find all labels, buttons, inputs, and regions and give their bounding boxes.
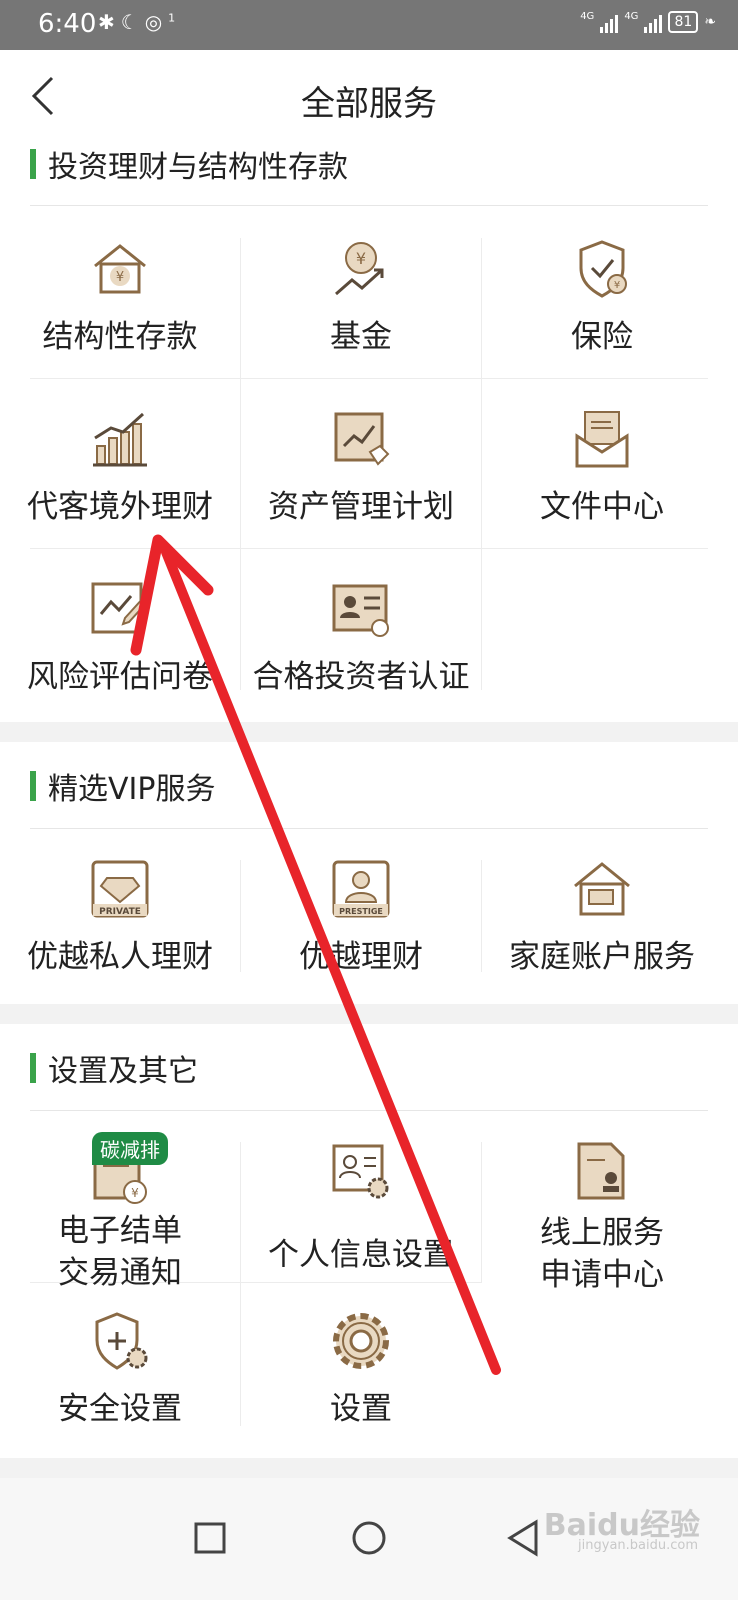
service-personal-info[interactable]: 个人信息设置 — [241, 1140, 481, 1276]
network-label-2: 4G — [624, 11, 639, 22]
battery-icon: 81 — [668, 11, 699, 33]
carbon-reduction-badge: 碳减排 — [92, 1132, 168, 1165]
back-button[interactable] — [500, 1514, 548, 1562]
service-label: 基金 — [330, 319, 392, 355]
hotspot-icon: ◎ — [144, 10, 169, 34]
page-header: 全部服务 — [0, 50, 738, 143]
service-label: 线上服务 — [540, 1215, 664, 1251]
chart-pencil-icon — [91, 582, 151, 634]
service-label: 文件中心 — [540, 489, 664, 525]
signal-icon — [600, 11, 619, 33]
house-card-icon — [574, 862, 630, 916]
service-label: 合格投资者认证 — [252, 659, 470, 695]
service-label: 优越私人理财 — [27, 939, 213, 975]
section-header: 精选VIP服务 — [30, 764, 215, 808]
service-qdii[interactable]: 代客境外理财 — [0, 408, 240, 528]
page-title: 全部服务 — [301, 84, 437, 124]
gear-icon — [333, 1313, 389, 1369]
service-label: 保险 — [571, 319, 633, 355]
service-label-line2: 申请中心 — [540, 1257, 664, 1293]
section-header: 设置及其它 — [30, 1046, 198, 1090]
status-time: 6:40 — [38, 9, 97, 39]
section-vip: 精选VIP服务 PRIVATE 优越私人理财 PRESTIGE 优越理财 家庭账… — [0, 742, 738, 1004]
service-qualified-investor[interactable]: 合格投资者认证 — [241, 578, 481, 698]
service-asset-plan[interactable]: 资产管理计划 — [241, 408, 481, 528]
service-insurance[interactable]: ¥ 保险 — [482, 238, 722, 358]
prestige-tag: PRESTIGE — [339, 907, 383, 916]
section-accent-bar — [30, 1053, 36, 1083]
service-label: 家庭账户服务 — [509, 939, 695, 975]
recent-apps-button[interactable] — [186, 1514, 234, 1562]
service-label: 电子结单 — [58, 1213, 182, 1249]
shield-check-icon: ¥ — [579, 240, 627, 298]
service-label: 代客境外理财 — [27, 489, 213, 525]
section-investment: 投资理财与结构性存款 ¥ 结构性存款 ¥ 基金 ¥ 保险 代客境外理财 资产管理… — [0, 142, 738, 722]
private-diamond-icon: PRIVATE — [91, 860, 149, 918]
section-gap — [0, 1004, 738, 1024]
service-label: 个人信息设置 — [268, 1237, 454, 1273]
service-structured-deposit[interactable]: ¥ 结构性存款 — [0, 238, 240, 358]
home-button[interactable] — [345, 1514, 393, 1562]
document-stamp-icon — [577, 1142, 625, 1200]
status-bar: 6:40 ✱☾◎1 4G 4G 81 ❧ — [0, 0, 738, 50]
section-accent-bar — [30, 771, 36, 801]
section-divider — [30, 205, 708, 206]
id-card-icon — [332, 584, 389, 637]
service-family-account[interactable]: 家庭账户服务 — [482, 858, 722, 978]
svg-text:¥: ¥ — [356, 249, 366, 268]
private-tag: PRIVATE — [99, 907, 141, 917]
service-risk-questionnaire[interactable]: 风险评估问卷 — [0, 578, 240, 698]
coin-trend-icon: ¥ — [335, 242, 384, 296]
service-label: 结构性存款 — [42, 319, 198, 355]
profile-gear-icon — [332, 1144, 389, 1199]
service-label: 安全设置 — [58, 1391, 182, 1427]
service-online-application[interactable]: 线上服务 申请中心 — [482, 1140, 722, 1296]
section-divider — [30, 828, 708, 829]
section-title: 精选VIP服务 — [48, 772, 216, 807]
signal-icon-2 — [644, 11, 663, 33]
svg-text:¥: ¥ — [131, 1186, 139, 1200]
svg-text:¥: ¥ — [116, 270, 124, 285]
service-settings[interactable]: 设置 — [241, 1310, 481, 1430]
envelope-doc-icon — [575, 411, 629, 468]
section-gap — [0, 1458, 738, 1478]
bluetooth-icon: ✱ — [98, 10, 121, 34]
section-gap — [0, 722, 738, 742]
service-e-statement[interactable]: 碳减排 ¥ 电子结单 交易通知 — [0, 1132, 240, 1294]
service-premier[interactable]: PRESTIGE 优越理财 — [241, 858, 481, 978]
prestige-person-icon: PRESTIGE — [332, 860, 390, 918]
service-label: 设置 — [330, 1391, 392, 1427]
status-right: 4G 4G 81 ❧ — [580, 11, 716, 33]
notification-count: 1 — [168, 11, 176, 25]
section-divider — [30, 1110, 708, 1111]
bar-chart-trend-icon — [93, 412, 147, 467]
house-yen-icon: ¥ — [94, 244, 146, 294]
svg-text:¥: ¥ — [614, 280, 620, 291]
chart-doc-icon — [334, 412, 390, 466]
section-title: 投资理财与结构性存款 — [48, 150, 348, 185]
status-icons: ✱☾◎1 — [98, 10, 175, 34]
section-settings: 设置及其它 碳减排 ¥ 电子结单 交易通知 个人信息设置 线上服务 申请中心 安… — [0, 1024, 738, 1458]
service-label: 风险评估问卷 — [27, 659, 213, 695]
moon-icon: ☾ — [120, 10, 145, 34]
section-title: 设置及其它 — [48, 1054, 198, 1089]
shield-plus-gear-icon — [95, 1312, 148, 1370]
section-accent-bar — [30, 149, 36, 179]
service-fund[interactable]: ¥ 基金 — [241, 238, 481, 358]
section-header: 投资理财与结构性存款 — [30, 142, 348, 186]
service-label: 资产管理计划 — [268, 489, 454, 525]
grid-divider — [30, 378, 708, 379]
service-label-line2: 交易通知 — [58, 1255, 182, 1291]
service-private-banking[interactable]: PRIVATE 优越私人理财 — [0, 858, 240, 978]
watermark-url: jingyan.baidu.com — [578, 1538, 698, 1553]
service-file-center[interactable]: 文件中心 — [482, 408, 722, 528]
network-label-1: 4G — [580, 11, 595, 22]
leaf-icon: ❧ — [704, 14, 716, 30]
service-security-settings[interactable]: 安全设置 — [0, 1310, 240, 1430]
service-label: 优越理财 — [299, 939, 423, 975]
grid-divider — [30, 548, 708, 549]
